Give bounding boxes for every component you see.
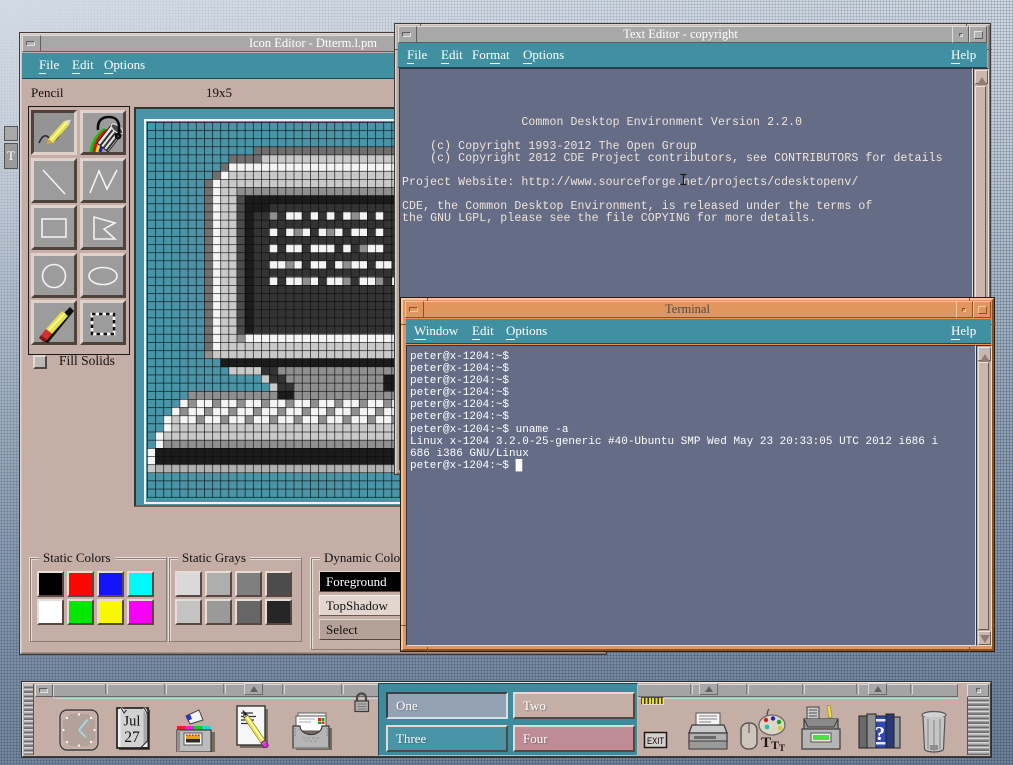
svg-text:T: T	[779, 743, 785, 753]
svg-text:T: T	[771, 738, 779, 752]
svg-text:?: ?	[875, 723, 885, 745]
svg-text:Jul: Jul	[124, 714, 141, 730]
svg-text:27: 27	[124, 729, 140, 746]
svg-text:T: T	[761, 735, 771, 751]
svg-text:EXIT: EXIT	[647, 736, 664, 746]
